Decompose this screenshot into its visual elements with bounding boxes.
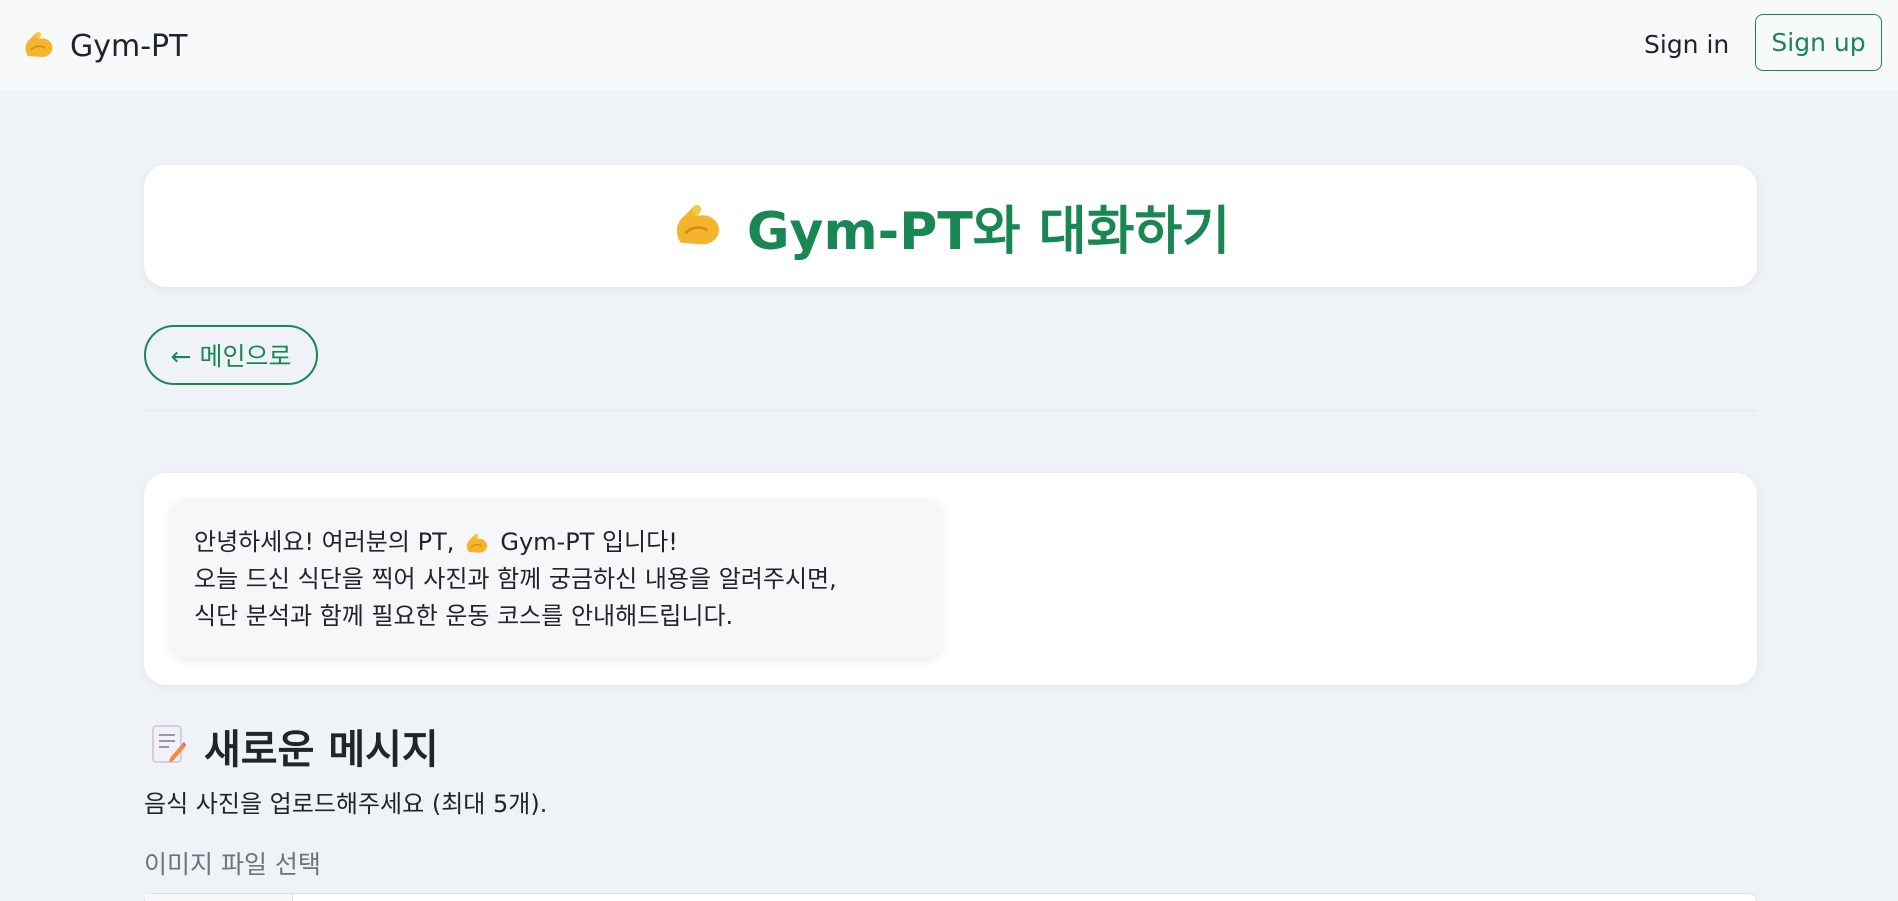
upload-description: 음식 사진을 업로드해주세요 (최대 5개). xyxy=(144,790,548,818)
choose-file-button[interactable] xyxy=(145,894,293,901)
section-title: 새로운 메시지 xyxy=(204,727,439,773)
flexed-biceps-icon xyxy=(464,531,490,555)
message-line: 식단 분석과 함께 필요한 운동 코스를 안내해드립니다. xyxy=(194,602,734,630)
navbar: Gym-PT Sign in Sign up xyxy=(0,0,1898,90)
message-text: 안녕하세요! 여러분의 PT, xyxy=(194,528,455,556)
message-line: 안녕하세요! 여러분의 PT, Gym-PT 입니다! xyxy=(194,524,919,561)
memo-icon xyxy=(150,724,186,768)
divider xyxy=(144,410,1757,411)
brand-label: Gym-PT xyxy=(70,28,188,64)
assistant-message-bubble: 안녕하세요! 여러분의 PT, Gym-PT 입니다! 오늘 드신 식단을 찍어… xyxy=(170,498,943,658)
sign-in-link[interactable]: Sign in xyxy=(1644,26,1729,62)
page-header-card: Gym-PT와 대화하기 xyxy=(144,165,1757,287)
new-message-heading: 새로운 메시지 xyxy=(150,718,439,774)
chat-history-card: 안녕하세요! 여러분의 PT, Gym-PT 입니다! 오늘 드신 식단을 찍어… xyxy=(144,473,1757,685)
page-title: Gym-PT와 대화하기 xyxy=(746,201,1231,262)
message-text: Gym-PT 입니다! xyxy=(500,528,678,556)
image-file-input[interactable] xyxy=(144,893,1757,901)
brand-link[interactable]: Gym-PT xyxy=(22,26,187,66)
message-line: 오늘 드신 식단을 찍어 사진과 함께 궁금하신 내용을 알려주시면, xyxy=(194,565,837,593)
flexed-biceps-icon xyxy=(22,28,56,64)
flexed-biceps-icon xyxy=(671,199,725,253)
back-to-main-button[interactable]: ← 메인으로 xyxy=(144,325,318,385)
sign-up-button[interactable]: Sign up xyxy=(1755,14,1882,71)
file-input-label: 이미지 파일 선택 xyxy=(144,850,321,879)
